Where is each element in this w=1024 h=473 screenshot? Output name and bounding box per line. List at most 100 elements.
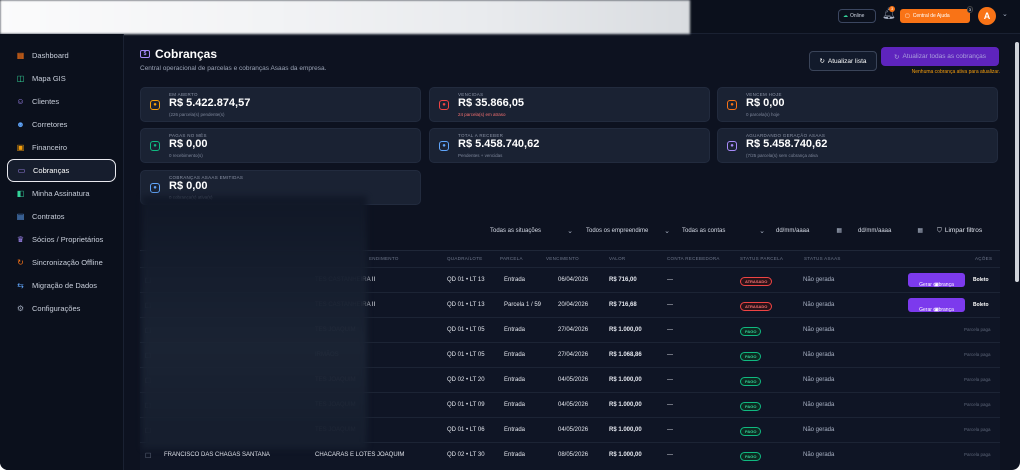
- development-filter-select[interactable]: Todos os empreendime ⌄: [581, 220, 674, 241]
- block-lot: QD 02 • LT 30: [447, 452, 485, 458]
- notifications-button[interactable]: 🔔︎ 3: [882, 6, 896, 23]
- subscription-icon: ◧: [16, 189, 25, 198]
- receiving-account: —: [667, 352, 673, 358]
- account-filter-value: Todas as contas: [682, 227, 726, 234]
- sidebar-item-4[interactable]: ▣ Financeiro: [7, 136, 116, 159]
- sidebar-item-3[interactable]: ☻ Corretores: [7, 113, 116, 136]
- refresh-all-button[interactable]: ↻ Atualizar todas as cobranças: [881, 47, 999, 66]
- sidebar-item-2[interactable]: ☺ Clientes: [7, 90, 116, 113]
- sidebar-item-8[interactable]: ♛ Sócios / Proprietários: [7, 228, 116, 251]
- chevron-down-icon[interactable]: ⌄: [1002, 10, 1008, 18]
- amount: R$ 1.068,86: [609, 352, 642, 358]
- asaas-status: Não gerada: [803, 352, 835, 358]
- sidebar-item-11[interactable]: ⚙ Configurações: [7, 297, 116, 320]
- due-date: 04/05/2026: [558, 402, 589, 408]
- billing-icon: ▭: [17, 166, 26, 175]
- date-from-input[interactable]: dd/mm/aaaa ▦: [776, 220, 842, 241]
- clear-filters-label: Limpar filtros: [944, 227, 983, 234]
- no-active-note: Nenhuma cobrança ativa para atualizar.: [911, 69, 1000, 75]
- boleto-link[interactable]: Boleto: [973, 277, 989, 283]
- row-checkbox[interactable]: ☐: [145, 452, 151, 460]
- app-window: ☁ Online 🔔︎ 3 ▢ Central de Ajuda 3 A ⌄ ▦ Dash…: [0, 0, 1020, 470]
- asaas-status: Não gerada: [803, 327, 835, 333]
- summary-card: ● AGUARDANDO GERAÇÃO ASAAS R$ 5.458.740,62…: [717, 128, 998, 163]
- block-lot: QD 02 • LT 20: [447, 377, 485, 383]
- paid-label: Parcela paga: [964, 452, 991, 457]
- card-value: R$ 0,00: [169, 138, 208, 150]
- map-icon: ◫: [16, 74, 25, 83]
- date-from-value: dd/mm/aaaa: [776, 227, 810, 234]
- migration-icon: ⇆: [17, 281, 24, 290]
- chevron-down-icon: ⌄: [759, 227, 765, 235]
- installment: Entrada: [504, 427, 526, 433]
- card-icon: ●: [150, 141, 160, 151]
- scrollbar[interactable]: [1015, 42, 1019, 282]
- sidebar: ▦ Dashboard ◫ Mapa GIS ☺ Clientes ☻ Corretores ▣…: [0, 34, 124, 470]
- column-header: VALOR: [609, 256, 626, 261]
- sidebar-item-label: Contratos: [32, 212, 65, 221]
- refresh-list-button[interactable]: ↻ Atualizar lista: [809, 51, 877, 71]
- block-lot: QD 01 • LT 09: [447, 402, 485, 408]
- top-bar: ☁ Online 🔔︎ 3 ▢ Central de Ajuda 3 A ⌄: [0, 0, 1020, 34]
- chevron-down-icon: ⌄: [664, 227, 670, 235]
- help-center-label: Central de Ajuda: [912, 13, 950, 19]
- calendar-icon[interactable]: ▦: [917, 227, 923, 234]
- status-badge: PAGO: [740, 402, 762, 411]
- sidebar-item-5[interactable]: ▭ Cobranças: [7, 159, 116, 182]
- sidebar-item-label: Mapa GIS: [32, 74, 66, 83]
- block-lot: QD 01 • LT 06: [447, 427, 485, 433]
- due-date: 04/05/2026: [558, 377, 589, 383]
- installment: Entrada: [504, 277, 526, 283]
- asaas-status: Não gerada: [803, 377, 835, 383]
- dashboard-icon: ▦: [16, 51, 25, 60]
- filter-icon: ⛉: [937, 226, 942, 234]
- paid-label: Parcela paga: [964, 402, 991, 407]
- receiving-account: —: [667, 427, 673, 433]
- refresh-label: Atualizar lista: [827, 57, 867, 65]
- sidebar-item-0[interactable]: ▦ Dashboard: [7, 44, 116, 67]
- installment: Entrada: [504, 352, 526, 358]
- asaas-status: Não gerada: [803, 427, 835, 433]
- refresh-all-label: Atualizar todas as cobranças: [902, 53, 986, 60]
- sidebar-item-label: Clientes: [32, 97, 60, 106]
- installment: Entrada: [504, 402, 526, 408]
- installment: Entrada: [504, 377, 526, 383]
- card-icon: ●: [150, 100, 160, 110]
- boleto-link[interactable]: Boleto: [973, 302, 989, 308]
- blurred-region: [142, 196, 367, 449]
- sidebar-item-9[interactable]: ↻ Sincronização Offline: [7, 251, 116, 274]
- asaas-status: Não gerada: [803, 302, 835, 308]
- sidebar-item-label: Migração de Dados: [32, 281, 98, 290]
- chat-icon: ▢: [905, 13, 910, 19]
- refresh-icon: ↻: [894, 53, 900, 61]
- generate-charge-button[interactable]: ▣ Gerar cobrança: [908, 273, 965, 288]
- calendar-icon[interactable]: ▦: [836, 227, 842, 234]
- card-icon: ●: [439, 100, 449, 110]
- sidebar-item-1[interactable]: ◫ Mapa GIS: [7, 67, 116, 90]
- amount: R$ 1.000,00: [609, 452, 642, 458]
- sidebar-item-10[interactable]: ⇆ Migração de Dados: [7, 274, 116, 297]
- card-icon: ●: [150, 183, 160, 193]
- generate-charge-button[interactable]: ▣ Gerar cobrança: [908, 298, 965, 313]
- account-filter-select[interactable]: Todas as contas ⌄: [677, 220, 769, 241]
- paid-label: Parcela paga: [964, 427, 991, 432]
- column-header: PARCELA: [500, 256, 523, 261]
- card-icon: ●: [439, 141, 449, 151]
- sidebar-item-label: Sócios / Proprietários: [32, 235, 104, 244]
- page-subtitle: Central operacional de parcelas e cobran…: [140, 65, 327, 72]
- date-to-input[interactable]: dd/mm/aaaa ▦: [858, 220, 923, 241]
- sidebar-item-label: Corretores: [32, 120, 68, 129]
- online-status-button[interactable]: ☁ Online: [838, 9, 876, 23]
- clear-filters-button[interactable]: ⛉ Limpar filtros: [937, 220, 982, 241]
- sidebar-item-7[interactable]: ▤ Contratos: [7, 205, 116, 228]
- help-center-button[interactable]: ▢ Central de Ajuda 3: [900, 6, 973, 23]
- avatar[interactable]: A: [978, 7, 996, 25]
- column-header: ENDIMENTO: [369, 256, 399, 261]
- column-header: QUADRA/LOTE: [447, 256, 483, 261]
- column-header: STATUS PARCELA: [740, 256, 784, 261]
- summary-card: ● PAGAS NO MÊS R$ 0,00 0 recebimento(s): [140, 128, 421, 163]
- status-filter-select[interactable]: Todas as situações ⌄: [485, 220, 577, 241]
- generate-charge-label: Gerar cobrança: [919, 307, 954, 313]
- block-lot: QD 01 • LT 13: [447, 302, 485, 308]
- sidebar-item-6[interactable]: ◧ Minha Assinatura: [7, 182, 116, 205]
